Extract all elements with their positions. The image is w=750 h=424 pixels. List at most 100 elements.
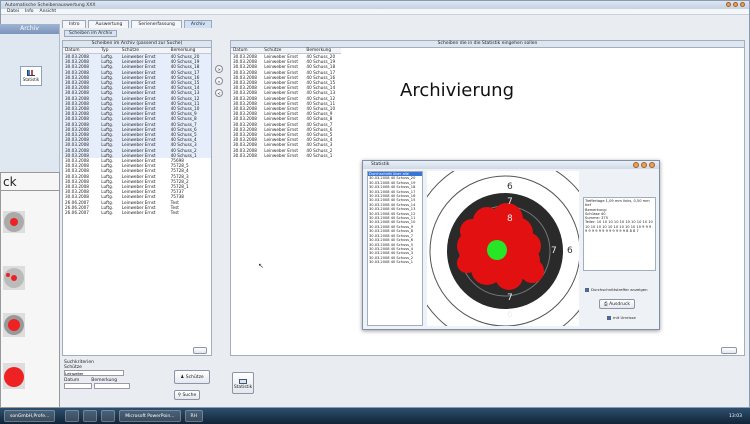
menu-info[interactable]: Info	[25, 9, 34, 14]
archivierung-overlay: Archivierung	[400, 80, 514, 101]
table-row[interactable]: 30.03.2008 Leinweber Ernst 40 Schuss_13	[231, 90, 341, 95]
tab-intro[interactable]: Intro	[62, 20, 87, 28]
move-all-right-button[interactable]: »	[215, 77, 223, 85]
table-row[interactable]: 30.03.2008 Leinweber Ernst 40 Schuss_1	[231, 153, 341, 158]
statistik-table: Datum Schütze Bemerkung 30.03.2008 Leinwe…	[231, 48, 341, 158]
suche-button[interactable]: ⚲ Suche	[174, 390, 200, 400]
taskbar: sonGmbH,Profe... Microsoft PowerPoin... …	[0, 408, 750, 424]
table-row[interactable]: 30.03.2008 Luftg. Leinweber Ernst 40 Schuss…	[63, 90, 211, 96]
table-row[interactable]: 30.03.2008 Leinweber Ernst 40 Schuss_3	[231, 142, 341, 147]
tab-serienerfassung[interactable]: Serienerfassung	[131, 20, 182, 28]
minimize-button[interactable]	[726, 2, 731, 7]
tab-auswertung[interactable]: Auswertung	[88, 20, 130, 28]
thumb-2	[3, 266, 25, 290]
ring-label-8-top: 8	[507, 214, 513, 224]
ring-label-7-bottom: 7	[507, 293, 513, 303]
statistik-icon	[239, 379, 247, 384]
schuetze-button[interactable]: ♟ Schütze	[174, 370, 210, 384]
checkbox-durchschnitt[interactable]	[585, 287, 589, 292]
transfer-buttons: > » <	[215, 65, 223, 97]
list-item[interactable]: 30.03.2008 40 Schuss_13	[368, 207, 422, 211]
stats-info-box: Treffertage 1,09 mm links, 0,50 mm tief …	[583, 197, 656, 271]
taskbar-item-1[interactable]: sonGmbH,Profe...	[4, 410, 56, 422]
target-canvas: 6 7 8 7 6 7 6	[427, 171, 579, 326]
thumb-1	[3, 211, 25, 233]
printer-icon: ⎙	[604, 302, 608, 307]
schuetze-input[interactable]	[64, 370, 124, 376]
table-cell: Test	[170, 210, 179, 216]
dialog-close[interactable]	[649, 162, 655, 168]
umrisse-checkbox-row[interactable]: mit Umrisse	[607, 315, 636, 320]
average-hit	[487, 240, 507, 260]
umrisse-label: mit Umrisse	[613, 315, 636, 320]
table-cell: 40 Schuss_1	[306, 152, 333, 158]
table-row[interactable]: 30.03.2008 Luftg. Leinweber Ernst 40 Schuss…	[63, 64, 211, 70]
suche-button-label: Suche	[182, 393, 197, 398]
taskbar-quicklaunch-3[interactable]	[101, 410, 116, 422]
window-title: Automatische Scheibenauswertung XXX	[5, 2, 96, 8]
table-row[interactable]: 30.03.2008 Luftg. Leinweber Ernst 40 Schuss…	[63, 116, 211, 122]
table-row[interactable]: 30.03.2008 Leinweber Ernst 40 Schuss_8	[231, 116, 341, 121]
statistik-dialog: Statistik Durchschnitt über alle 30.03.20…	[362, 160, 660, 330]
datum-input[interactable]	[64, 382, 92, 389]
menu-bar: Datei Info Ansicht	[1, 9, 749, 15]
close-button[interactable]	[740, 2, 745, 7]
statistik-nav-label: Statistik	[22, 77, 40, 82]
taskbar-quicklaunch-2[interactable]	[83, 410, 98, 422]
left-scroll-handle[interactable]	[193, 347, 207, 354]
tab-archiv[interactable]: Archiv	[183, 20, 212, 28]
background-window: ck	[0, 172, 60, 408]
taskbar-item-3[interactable]: RH	[184, 410, 204, 422]
durchschnitt-checkbox-row[interactable]: Durchschnittstreffer anzeigen	[585, 287, 647, 292]
ausdruck-button[interactable]: ⎙ Ausdruck	[599, 299, 635, 309]
search-panel: Suchkriterien Schütze Datum Bemerkung ♟ …	[64, 360, 214, 406]
bemerkung-input[interactable]	[94, 382, 130, 389]
statistik-button[interactable]: Statistik	[232, 372, 254, 394]
menu-ansicht[interactable]: Ansicht	[40, 9, 57, 14]
table-row[interactable]: 30.03.2008 Luftg. Leinweber Ernst 40 Schuss…	[63, 142, 211, 148]
thumb-4	[3, 363, 25, 389]
maximize-button[interactable]	[733, 2, 738, 7]
schuetze-button-label: Schütze	[185, 375, 204, 380]
taskbar-item-powerpoint[interactable]: Microsoft PowerPoin...	[119, 410, 181, 422]
archive-table: Datum Typ Schütze Bemerkung 30.03.2008 Lu…	[63, 48, 211, 215]
mouse-cursor-icon: ↖	[258, 262, 264, 270]
nav-head-archiv[interactable]: Archiv	[0, 24, 59, 34]
durchschnitt-label: Durchschnittstreffer anzeigen	[591, 287, 648, 292]
taskbar-quicklaunch-1[interactable]	[65, 410, 80, 422]
title-bar: Automatische Scheibenauswertung XXX	[1, 1, 749, 9]
dialog-minimize[interactable]	[633, 162, 639, 168]
ring-label-6-top: 6	[507, 182, 513, 192]
main-tabs: Intro Auswertung Serienerfassung Archiv	[62, 20, 212, 28]
table-row[interactable]: 30.03.2008 Luftg. Leinweber Ernst 75728_4	[63, 168, 211, 173]
statistik-panel-title: Scheiben die in die Statistik eingehen s…	[231, 41, 744, 48]
shooter-icon: ♟	[180, 375, 185, 380]
menu-datei[interactable]: Datei	[7, 9, 19, 14]
ring-label-6-right: 6	[567, 246, 573, 256]
statistik-nav-button[interactable]: Statistik	[20, 66, 42, 86]
dialog-title: Statistik	[363, 161, 659, 169]
ring-label-7-right: 7	[551, 246, 557, 256]
ausdruck-label: Ausdruck	[609, 302, 630, 307]
archive-panel-title: Scheiben im Archiv (passend zur Suche)	[63, 41, 211, 48]
table-cell: Leinweber Ernst	[121, 210, 156, 216]
table-row[interactable]: 30.03.2008 Leinweber Ernst 40 Schuss_18	[231, 64, 341, 69]
background-window-title: ck	[1, 173, 59, 191]
list-item[interactable]: 30.03.2008 40 Schuss_1	[368, 260, 422, 264]
right-scroll-handle[interactable]	[721, 347, 737, 354]
move-left-button[interactable]: <	[215, 89, 223, 97]
dialog-maximize[interactable]	[641, 162, 647, 168]
subtab-scheiben-im-archiv[interactable]: Scheiben im Archiv	[64, 30, 118, 37]
move-right-button[interactable]: >	[215, 65, 223, 73]
table-row[interactable]: 26.06.2007 Luftg. Leinweber Ernst Test	[63, 210, 211, 215]
search-icon: ⚲	[177, 393, 182, 398]
table-cell: Luftg.	[101, 210, 114, 216]
table-cell: 26.06.2007	[65, 210, 89, 216]
scheiben-list[interactable]: Durchschnitt über alle 30.03.2008 40 Schu…	[367, 171, 423, 326]
table-cell: Leinweber Ernst	[264, 152, 298, 158]
chart-icon	[27, 70, 35, 76]
checkbox-umrisse[interactable]	[607, 315, 611, 320]
list-item[interactable]: 30.03.2008 40 Schuss_18	[368, 185, 422, 189]
window-controls	[726, 2, 745, 7]
target-view: 6 7 8 7 6 7 6	[427, 171, 579, 326]
